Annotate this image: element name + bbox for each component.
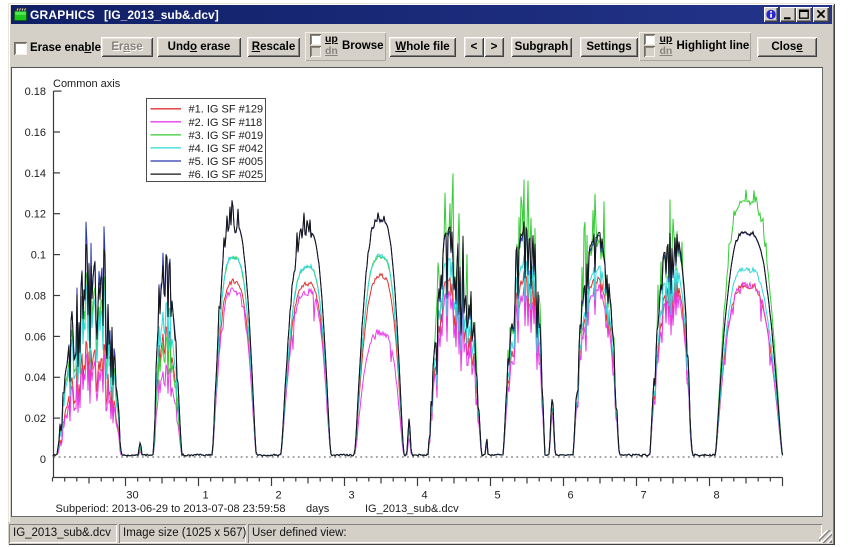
svg-text:4: 4: [421, 490, 427, 502]
svg-text:0.18: 0.18: [25, 86, 46, 98]
svg-text:#3. IG SF #019: #3. IG SF #019: [189, 130, 264, 142]
svg-text:0.04: 0.04: [25, 372, 46, 384]
svg-text:#5. IG SF #005: #5. IG SF #005: [189, 156, 264, 168]
svg-text:0.14: 0.14: [25, 168, 46, 180]
svg-text:#4. IG SF #042: #4. IG SF #042: [189, 143, 264, 155]
svg-text:3: 3: [348, 490, 354, 502]
svg-text:0.12: 0.12: [25, 209, 46, 221]
svg-text:0: 0: [40, 454, 46, 466]
svg-text:0.06: 0.06: [25, 331, 46, 343]
svg-text:#6. IG SF #025: #6. IG SF #025: [189, 169, 264, 181]
svg-text:IG_2013_sub&.dcv: IG_2013_sub&.dcv: [365, 503, 459, 515]
svg-text:8: 8: [713, 490, 719, 502]
svg-text:0.08: 0.08: [25, 290, 46, 302]
svg-text:#2. IG SF #118: #2. IG SF #118: [189, 117, 263, 129]
svg-text:Subperiod: 2013-06-29 to 2013-: Subperiod: 2013-06-29 to 2013-07-08 23:5…: [56, 503, 286, 515]
svg-text:days: days: [306, 503, 330, 515]
svg-text:Common axis: Common axis: [53, 78, 121, 90]
svg-text:0.16: 0.16: [25, 127, 46, 139]
svg-text:2: 2: [275, 490, 281, 502]
svg-text:7: 7: [640, 490, 646, 502]
svg-text:30: 30: [126, 490, 138, 502]
svg-text:0.1: 0.1: [31, 250, 46, 262]
svg-text:#1. IG SF #129: #1. IG SF #129: [189, 104, 264, 116]
svg-text:6: 6: [567, 490, 573, 502]
svg-text:0.02: 0.02: [25, 413, 46, 425]
svg-text:5: 5: [494, 490, 500, 502]
svg-text:1: 1: [202, 490, 208, 502]
